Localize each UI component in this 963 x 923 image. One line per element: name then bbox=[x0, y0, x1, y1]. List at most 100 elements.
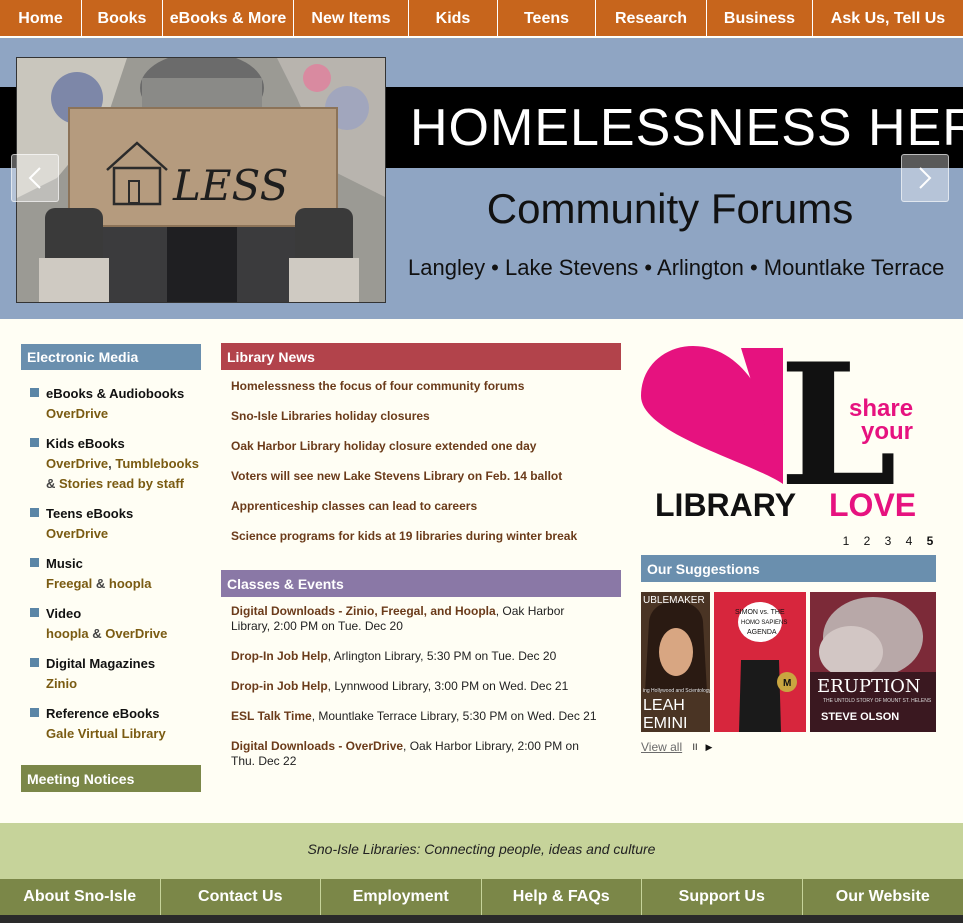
event-item: Digital Downloads - Zinio, Freegal, and … bbox=[231, 604, 606, 634]
media-kids-ebooks[interactable]: Kids eBooks bbox=[46, 434, 210, 454]
footer-about[interactable]: About Sno-Isle bbox=[0, 879, 161, 915]
media-reference-ebooks[interactable]: Reference eBooks bbox=[46, 704, 210, 724]
hero-banner[interactable]: LESS HOMELESSNESS HERE Community Forums … bbox=[0, 38, 963, 319]
cover-text: AGENDA bbox=[747, 629, 777, 636]
list-item: Teens eBooks OverDrive bbox=[30, 504, 210, 544]
nav-books[interactable]: Books bbox=[82, 0, 163, 37]
top-nav: Home Books eBooks & More New Items Kids … bbox=[0, 0, 963, 37]
hero-places: Langley • Lake Stevens • Arlington • Mou… bbox=[408, 255, 945, 280]
bottom-bar bbox=[0, 915, 963, 923]
electronic-media-heading: Electronic Media bbox=[21, 344, 201, 370]
footer-website[interactable]: Our Website bbox=[803, 879, 963, 915]
media-music[interactable]: Music bbox=[46, 554, 210, 574]
link-hoopla[interactable]: hoopla bbox=[109, 576, 152, 591]
event-link[interactable]: Digital Downloads - Zinio, Freegal, and … bbox=[231, 604, 496, 618]
event-link[interactable]: Digital Downloads - OverDrive bbox=[231, 739, 403, 753]
our-suggestions-heading: Our Suggestions bbox=[641, 555, 936, 582]
slide-dot[interactable]: 2 bbox=[859, 533, 875, 549]
link-hoopla[interactable]: hoopla bbox=[46, 626, 89, 641]
link-overdrive[interactable]: OverDrive bbox=[46, 526, 108, 541]
bullet-icon bbox=[30, 438, 39, 447]
link-overdrive[interactable]: OverDrive bbox=[105, 626, 167, 641]
hero-title: HOMELESSNESS HERE bbox=[410, 99, 963, 157]
library-text: LIBRARY bbox=[655, 487, 796, 523]
chevron-right-icon bbox=[919, 167, 932, 189]
news-item[interactable]: Oak Harbor Library holiday closure exten… bbox=[231, 436, 621, 466]
nav-ask-us[interactable]: Ask Us, Tell Us bbox=[813, 0, 963, 37]
bullet-icon bbox=[30, 708, 39, 717]
link-freegal[interactable]: Freegal bbox=[46, 576, 92, 591]
library-love-promo[interactable]: L share your LIBRARY LOVE bbox=[641, 326, 936, 524]
nav-teens[interactable]: Teens bbox=[498, 0, 596, 37]
news-item[interactable]: Sno-Isle Libraries holiday closures bbox=[231, 406, 621, 436]
cover-text: UBLEMAKER bbox=[643, 595, 705, 606]
cover-text: EMINI bbox=[643, 715, 687, 732]
nav-home[interactable]: Home bbox=[0, 0, 82, 37]
event-link[interactable]: ESL Talk Time bbox=[231, 709, 312, 723]
event-link[interactable]: Drop-in Job Help bbox=[231, 679, 328, 693]
electronic-media-list: eBooks & Audiobooks OverDrive Kids eBook… bbox=[30, 384, 210, 754]
event-item: Digital Downloads - OverDrive, Oak Harbo… bbox=[231, 739, 606, 769]
list-item: Music Freegal & hoopla bbox=[30, 554, 210, 594]
classes-events-heading: Classes & Events bbox=[221, 570, 621, 597]
media-ebooks-audiobooks[interactable]: eBooks & Audiobooks bbox=[46, 384, 210, 404]
book-cover-troublemaker: UBLEMAKER ing Hollywood and Scientology … bbox=[641, 592, 712, 732]
news-item[interactable]: Science programs for kids at 19 librarie… bbox=[231, 526, 621, 556]
nav-research[interactable]: Research bbox=[596, 0, 707, 37]
nav-ebooks-more[interactable]: eBooks & More bbox=[163, 0, 294, 37]
link-tumblebooks[interactable]: Tumblebooks bbox=[115, 456, 199, 471]
footer-contact[interactable]: Contact Us bbox=[161, 879, 321, 915]
event-detail: , Arlington Library, 5:30 PM on Tue. Dec… bbox=[327, 649, 557, 663]
cover-text: ERUPTION bbox=[817, 676, 921, 697]
pause-icon[interactable]: II bbox=[690, 742, 700, 752]
carousel-prev-button[interactable] bbox=[11, 154, 59, 202]
meeting-notices-heading[interactable]: Meeting Notices bbox=[21, 765, 201, 792]
news-item[interactable]: Homelessness the focus of four community… bbox=[231, 376, 621, 406]
link-zinio[interactable]: Zinio bbox=[46, 676, 77, 691]
media-video[interactable]: Video bbox=[46, 604, 210, 624]
cover-text: THE UNTOLD STORY OF MOUNT ST. HELENS bbox=[823, 698, 932, 704]
news-item[interactable]: Apprenticeship classes can lead to caree… bbox=[231, 496, 621, 526]
link-overdrive[interactable]: OverDrive bbox=[46, 406, 108, 421]
footer-support[interactable]: Support Us bbox=[642, 879, 803, 915]
play-icon[interactable]: ▶ bbox=[704, 742, 714, 752]
your-text: your bbox=[861, 418, 913, 445]
news-item[interactable]: Voters will see new Lake Stevens Library… bbox=[231, 466, 621, 496]
event-detail: , Mountlake Terrace Library, 5:30 PM on … bbox=[311, 709, 597, 723]
list-item: Kids eBooks OverDrive, Tumblebooks & Stor… bbox=[30, 434, 210, 494]
link-overdrive[interactable]: OverDrive bbox=[46, 456, 108, 471]
library-news-heading: Library News bbox=[221, 343, 621, 370]
slide-dot[interactable]: 5 bbox=[922, 533, 938, 549]
bullet-icon bbox=[30, 558, 39, 567]
slide-dot[interactable]: 1 bbox=[838, 533, 854, 549]
footer-help-faqs[interactable]: Help & FAQs bbox=[482, 879, 642, 915]
slide-dot[interactable]: 3 bbox=[880, 533, 896, 549]
hero-photo: LESS bbox=[16, 57, 386, 303]
event-item: ESL Talk Time, Mountlake Terrace Library… bbox=[231, 709, 606, 724]
carousel-next-button[interactable] bbox=[901, 154, 949, 202]
cover-text: HOMO SAPIENS bbox=[741, 620, 787, 626]
media-digital-magazines[interactable]: Digital Magazines bbox=[46, 654, 210, 674]
event-detail: , Lynnwood Library, 3:00 PM on Wed. Dec … bbox=[327, 679, 569, 693]
classes-events-list: Digital Downloads - Zinio, Freegal, and … bbox=[231, 604, 606, 784]
view-all-link[interactable]: View all bbox=[641, 740, 682, 754]
nav-new-items[interactable]: New Items bbox=[294, 0, 409, 37]
book-cover-simon: SIMON vs. THE HOMO SAPIENS AGENDA M bbox=[714, 592, 806, 732]
link-gale[interactable]: Gale Virtual Library bbox=[46, 726, 166, 741]
event-link[interactable]: Drop-In Job Help bbox=[231, 649, 328, 663]
book-cover-eruption: ERUPTION THE UNTOLD STORY OF MOUNT ST. H… bbox=[810, 592, 936, 732]
bullet-icon bbox=[30, 508, 39, 517]
chevron-left-icon bbox=[28, 167, 41, 189]
bullet-icon bbox=[30, 608, 39, 617]
link-stories-read[interactable]: Stories read by staff bbox=[59, 476, 184, 491]
hero-sign-text: LESS bbox=[172, 161, 288, 210]
slide-dot[interactable]: 4 bbox=[901, 533, 917, 549]
list-item: eBooks & Audiobooks OverDrive bbox=[30, 384, 210, 424]
media-teens-ebooks[interactable]: Teens eBooks bbox=[46, 504, 210, 524]
slide-pager: 1 2 3 4 5 bbox=[838, 533, 938, 549]
nav-business[interactable]: Business bbox=[707, 0, 813, 37]
list-item: Reference eBooks Gale Virtual Library bbox=[30, 704, 210, 744]
nav-kids[interactable]: Kids bbox=[409, 0, 498, 37]
cover-text: ing Hollywood and Scientology bbox=[643, 688, 712, 694]
footer-employment[interactable]: Employment bbox=[321, 879, 482, 915]
